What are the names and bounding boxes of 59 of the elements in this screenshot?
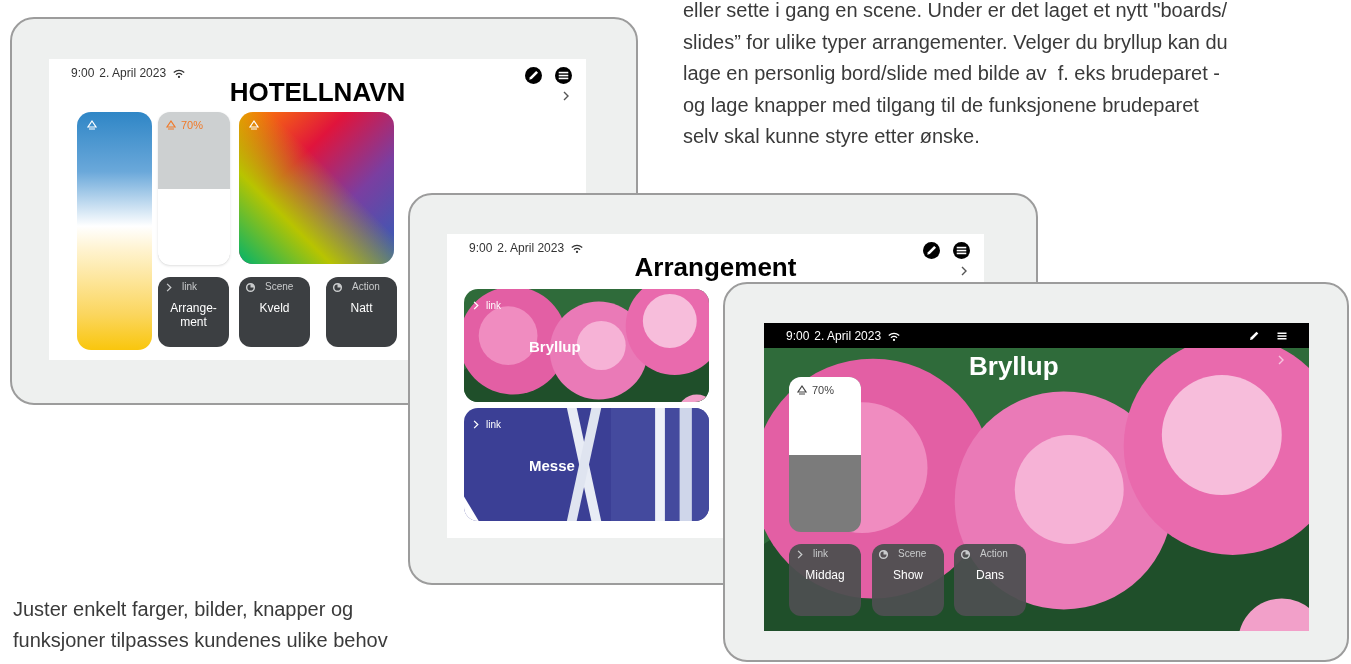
card-title: Bryllup	[529, 337, 581, 357]
dimmer-reading: 70%	[812, 383, 835, 398]
circle-icon	[332, 281, 343, 293]
menu-button[interactable]	[555, 67, 572, 84]
button-label: Arrange-ment	[169, 301, 218, 329]
chevron-icon	[164, 281, 173, 293]
color-temperature-panel[interactable]	[77, 112, 152, 350]
dimmer-slider[interactable]: 70%	[789, 377, 861, 532]
wifi-icon	[570, 242, 585, 254]
scene-button[interactable]: Scene Kveld	[239, 277, 310, 347]
screen-title: Bryllup	[969, 351, 1059, 381]
screen-title: HOTELLNAVN	[228, 77, 407, 107]
menu-button[interactable]	[953, 242, 970, 259]
wifi-icon	[172, 67, 187, 79]
button-kind-label: Scene	[264, 281, 294, 293]
button-label: Natt	[349, 301, 374, 315]
card-title: Messe	[529, 456, 575, 476]
edit-button[interactable]	[525, 67, 542, 84]
scene-button[interactable]: link Middag	[789, 544, 861, 616]
board-card[interactable]: link Messe	[464, 408, 709, 521]
light-icon	[165, 119, 177, 132]
date-text: 2. April 2023	[99, 65, 167, 82]
chevron-icon	[471, 419, 480, 430]
button-kind-label: link	[812, 548, 828, 560]
intro-paragraph: eller sette i gang en scene. Under er det laget et nytt "boards/ slides” for ulike typer arrangementer. Velger du bryllup kan du lage en personlig bord/slide med bilde av f. eks brudeparet - og lage knapper med tilgang til de funksjonene brudeparet selv skal kunne styre etter ønske.	[683, 0, 1229, 149]
button-kind-label: Action	[979, 548, 1008, 560]
chevron-icon[interactable]	[959, 265, 968, 277]
chevron-icon	[471, 300, 480, 311]
color-picker[interactable]	[239, 112, 394, 264]
light-icon	[796, 384, 808, 397]
dimmer-reading: 70%	[181, 118, 204, 133]
time-text: 9:00	[469, 240, 493, 257]
chevron-icon	[795, 548, 804, 560]
scene-button[interactable]: Action Dans	[954, 544, 1026, 616]
card-kind-label: link	[486, 299, 501, 313]
card-kind-label: link	[486, 418, 501, 432]
date-text: 2. April 2023	[814, 327, 882, 345]
circle-icon	[245, 281, 256, 293]
chevron-icon[interactable]	[561, 90, 570, 102]
scene-button[interactable]: Action Natt	[326, 277, 397, 347]
date-text: 2. April 2023	[497, 240, 565, 257]
button-kind-label: link	[181, 281, 197, 293]
circle-icon	[878, 548, 889, 560]
edit-button[interactable]	[923, 242, 940, 259]
light-icon	[86, 119, 98, 131]
caption-paragraph: Juster enkelt farger, bilder, knapper og funksjoner tilpasses kundenes ulike behov	[13, 597, 389, 653]
button-label: Middag	[804, 568, 846, 582]
light-icon	[248, 119, 260, 131]
scene-button[interactable]: link Arrange-ment	[158, 277, 229, 347]
time-text: 9:00	[71, 65, 95, 82]
button-label: Show	[892, 568, 924, 582]
button-label: Dans	[975, 568, 1005, 582]
button-kind-label: Action	[351, 281, 380, 293]
circle-icon	[960, 548, 971, 560]
time-text: 9:00	[786, 327, 810, 345]
button-label: Kveld	[258, 301, 291, 315]
scene-button[interactable]: Scene Show	[872, 544, 944, 616]
screen-title: Arrangement	[633, 252, 798, 282]
button-kind-label: Scene	[897, 548, 927, 560]
